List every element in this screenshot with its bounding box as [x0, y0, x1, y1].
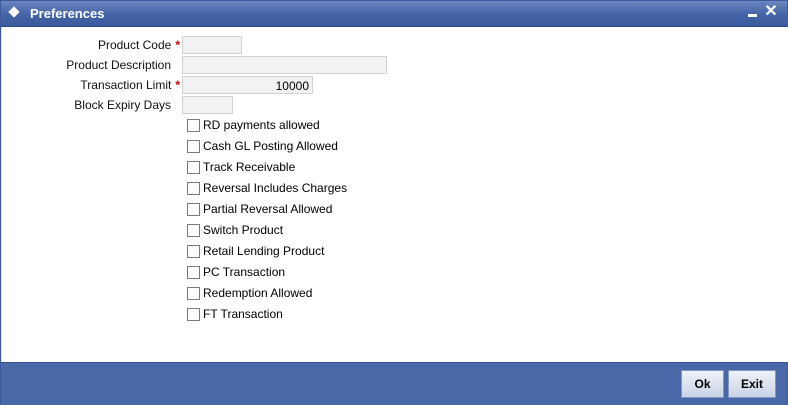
- product-description-input[interactable]: [182, 56, 387, 74]
- cash-gl-posting-checkbox[interactable]: [187, 140, 200, 153]
- checkbox-label: Reversal Includes Charges: [203, 181, 348, 195]
- block-expiry-days-label: Block Expiry Days: [74, 98, 171, 112]
- retail-lending-checkbox[interactable]: [187, 245, 200, 258]
- product-code-input[interactable]: [182, 36, 242, 54]
- partial-reversal-checkbox[interactable]: [187, 203, 200, 216]
- preferences-window: Preferences ✕ Product Code * Product Desc…: [0, 0, 788, 405]
- checkbox-label: Retail Lending Product: [203, 244, 325, 258]
- transaction-limit-input[interactable]: 10000: [182, 76, 313, 94]
- exit-button[interactable]: Exit: [728, 370, 776, 398]
- reversal-includes-charges-checkbox[interactable]: [187, 182, 200, 195]
- checkbox-label: Redemption Allowed: [203, 286, 313, 300]
- checkbox-label: RD payments allowed: [203, 118, 320, 132]
- transaction-limit-label-text: Transaction Limit: [80, 78, 172, 92]
- close-button[interactable]: ✕: [762, 3, 780, 21]
- minimize-button[interactable]: [743, 3, 761, 21]
- ft-transaction-checkbox[interactable]: [187, 308, 200, 321]
- form-area: Product Code * Product Description Transa…: [1, 27, 788, 362]
- checkbox-label: Track Receivable: [203, 160, 296, 174]
- minimize-icon: [747, 14, 757, 17]
- rd-payments-checkbox[interactable]: [187, 119, 200, 132]
- checkbox-label: PC Transaction: [203, 265, 286, 279]
- dialog-footer: Ok Exit: [1, 362, 787, 405]
- switch-product-checkbox[interactable]: [187, 224, 200, 237]
- checkbox-label: Cash GL Posting Allowed: [203, 139, 338, 153]
- track-receivable-checkbox[interactable]: [187, 161, 200, 174]
- checkbox-label: FT Transaction: [203, 307, 283, 321]
- required-marker: *: [175, 38, 180, 52]
- block-expiry-days-input[interactable]: [182, 96, 233, 114]
- transaction-limit-label: Transaction Limit *: [42, 78, 180, 92]
- window-diamond-icon: [8, 6, 20, 18]
- checkbox-label: Switch Product: [203, 223, 284, 237]
- pc-transaction-checkbox[interactable]: [187, 266, 200, 279]
- required-marker: *: [175, 78, 180, 92]
- title-bar: Preferences ✕: [1, 1, 787, 27]
- product-description-label: Product Description: [66, 58, 171, 72]
- ok-button[interactable]: Ok: [681, 370, 724, 398]
- close-icon: ✕: [764, 3, 778, 20]
- window-title: Preferences: [30, 6, 105, 21]
- checkbox-label: Partial Reversal Allowed: [203, 202, 333, 216]
- redemption-allowed-checkbox[interactable]: [187, 287, 200, 300]
- product-code-label: Product Code *: [42, 38, 180, 52]
- product-code-label-text: Product Code: [97, 38, 172, 52]
